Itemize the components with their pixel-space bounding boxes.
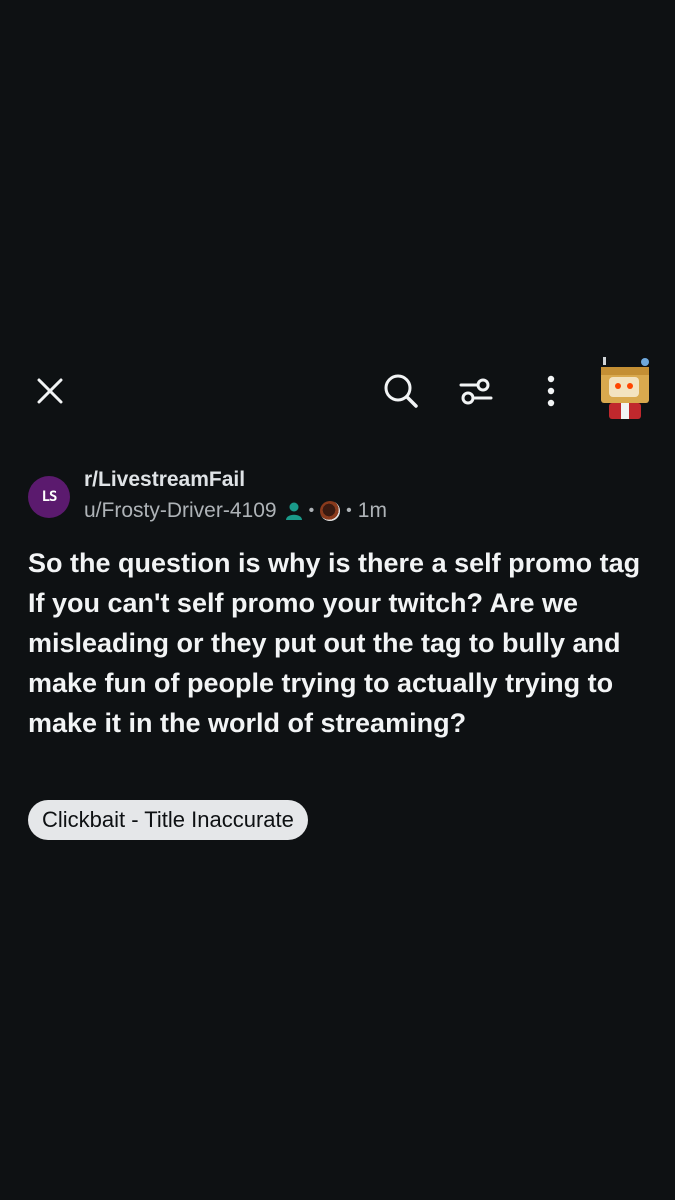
post-age: 1m <box>357 499 387 522</box>
user-avatar <box>601 357 649 419</box>
top-bar <box>0 355 675 430</box>
more-options-button[interactable] <box>527 367 575 415</box>
post-header: LS r/LivestreamFail u/Frosty-Driver-4109… <box>28 466 648 530</box>
user-flair-icon <box>320 501 341 521</box>
author-username[interactable]: u/Frosty-Driver-4109 <box>84 499 277 523</box>
subreddit-name[interactable]: r/LivestreamFail <box>84 468 245 492</box>
post-meta: u/Frosty-Driver-4109 • • 1m <box>84 499 387 523</box>
post-title: So the question is why is there a self p… <box>28 548 641 738</box>
user-badge-icon <box>285 501 303 521</box>
post-flair[interactable]: Clickbait - Title Inaccurate <box>28 800 308 840</box>
post-screen: LS r/LivestreamFail u/Frosty-Driver-4109… <box>0 0 675 1200</box>
separator-dot: • <box>308 502 315 519</box>
more-vertical-icon <box>547 375 555 407</box>
user-avatar-button[interactable] <box>597 355 653 421</box>
search-icon <box>384 374 418 408</box>
close-icon <box>37 378 63 404</box>
separator-dot: • <box>346 502 352 519</box>
subreddit-icon-text: LS <box>41 489 58 505</box>
filter-icon <box>459 378 493 405</box>
search-button[interactable] <box>377 367 425 415</box>
filter-button[interactable] <box>452 367 500 415</box>
close-button[interactable] <box>26 367 74 415</box>
subreddit-icon[interactable]: LS <box>28 476 70 518</box>
